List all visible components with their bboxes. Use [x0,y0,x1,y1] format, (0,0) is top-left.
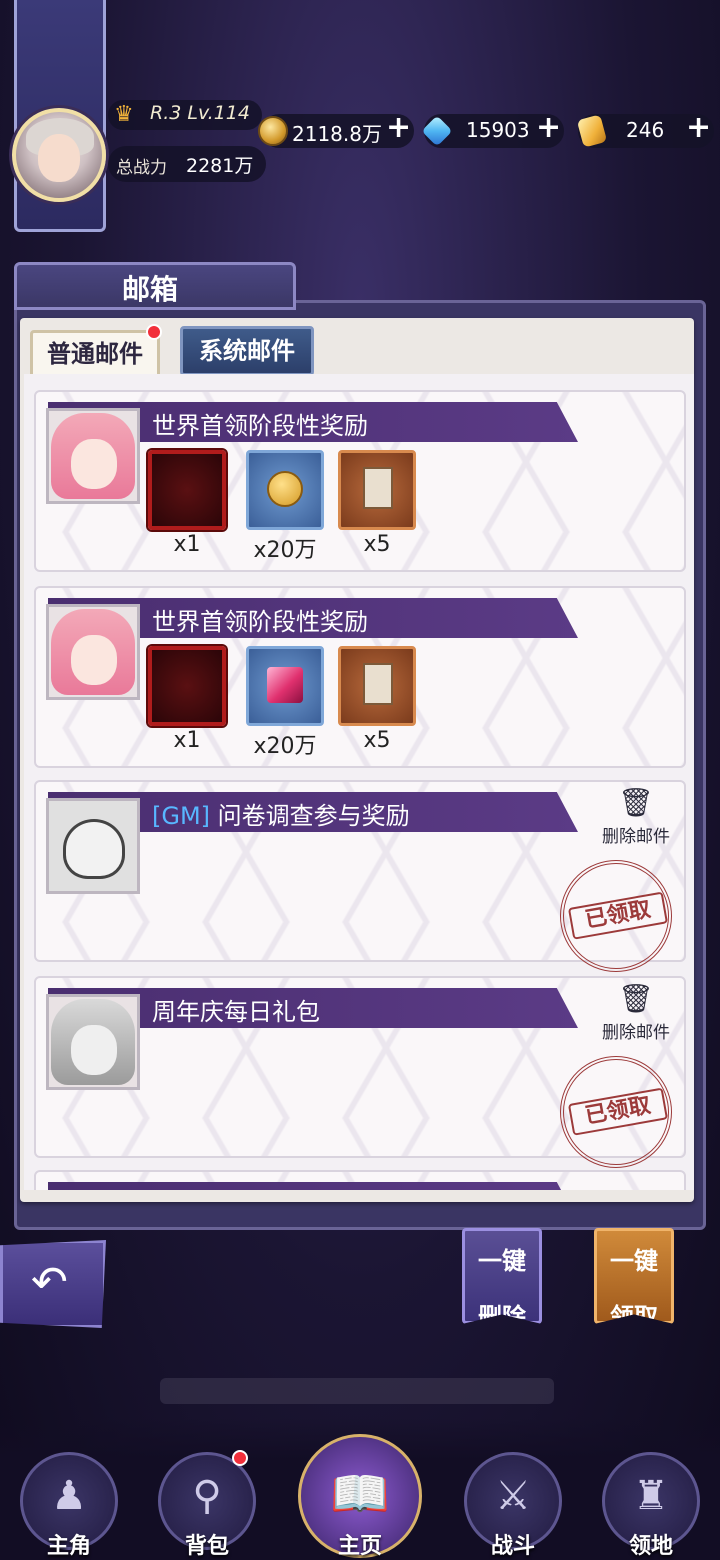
claim-all-label: 一键 [610,1246,658,1275]
mail-item[interactable] [34,1170,686,1190]
hero-icon: ♟ [51,1473,87,1519]
sender-avatar [46,604,140,700]
nav-label: 主角 [46,1533,91,1559]
delete-all-label: 一键 [478,1246,526,1275]
trash-icon[interactable]: 🗑 [618,984,654,1014]
mail-item[interactable]: [GM] 问卷调查参与奖励 🗑 删除邮件 已领取 [34,780,686,981]
power-value: 2281万 [186,155,254,177]
sender-avatar [46,798,140,894]
currency-value: 2118.8万 [292,122,382,146]
delete-all-label: 删除 [478,1302,526,1331]
mail-title: 世界首领阶段性奖励 [152,412,368,440]
add-coin-button[interactable]: + [386,113,411,143]
notification-dot [146,324,162,340]
reward-ruby-icon[interactable] [246,646,324,726]
claimed-stamp: 已领取 [551,851,681,981]
tab-normal-mail[interactable]: 普通邮件 [30,330,160,378]
currency-value: 15903 [466,118,530,142]
nav-label: 领地 [628,1533,673,1559]
player-avatar[interactable] [12,108,106,202]
reward-qty: x5 [363,532,391,557]
mail-item[interactable]: 世界首领阶段性奖励 x1 x20万 x5 [34,586,686,768]
stamp-text: 已领取 [567,891,669,940]
stamp-text: 已领取 [567,1087,669,1136]
mail-item[interactable]: 世界首领阶段性奖励 x1 x20万 x5 [34,390,686,572]
castle-icon: ♜ [633,1473,669,1519]
reward-frame-icon[interactable] [148,450,226,530]
notification-dot [232,1450,248,1466]
claimed-stamp: 已领取 [551,1047,681,1177]
mail-title: 周年庆每日礼包 [152,998,320,1026]
trash-icon[interactable]: 🗑 [618,788,654,818]
sender-avatar [46,408,140,504]
crown-icon: ♛ [114,102,134,127]
back-arrow-icon: ↶ [31,1257,68,1308]
reward-qty: x1 [173,532,201,557]
reward-frame-icon[interactable] [148,646,226,726]
level-text: R.3 Lv.114 [150,102,250,124]
tab-label: 系统邮件 [199,336,295,365]
blurred-notice [160,1378,554,1404]
delete-mail-button[interactable]: 删除邮件 [602,1018,670,1043]
nav-label: 战斗 [490,1533,535,1559]
currency-value: 246 [626,118,665,142]
power-label: 总战力 [116,158,167,178]
mail-item[interactable]: 周年庆每日礼包 🗑 删除邮件 已领取 [34,976,686,1177]
mail-title: 世界首领阶段性奖励 [152,608,368,636]
book-icon: 📖 [330,1466,390,1522]
back-button[interactable]: ↶ [0,1240,106,1328]
reward-qty: x5 [363,728,391,753]
delete-mail-button[interactable]: 删除邮件 [602,822,670,847]
tab-label: 普通邮件 [47,339,143,368]
sender-avatar [46,994,140,1090]
bag-icon: ⚲ [192,1473,222,1519]
claim-all-label: 领取 [610,1302,658,1331]
nav-label: 主页 [337,1533,382,1559]
mail-title: [GM] 问卷调查参与奖励 [152,796,410,831]
reward-qty: x1 [173,728,201,753]
nav-label: 背包 [184,1533,229,1559]
reward-card-icon[interactable] [338,646,416,726]
reward-card-icon[interactable] [338,450,416,530]
add-gold-button[interactable]: + [686,113,711,143]
reward-qty: x20万 [253,538,317,563]
reward-qty: x20万 [253,734,317,759]
claim-all-button[interactable]: 一键 领取 [594,1228,674,1324]
tab-system-mail[interactable]: 系统邮件 [180,326,314,376]
mail-title-ribbon [48,1182,578,1190]
delete-all-button[interactable]: 一键 删除 [462,1228,542,1324]
swords-icon: ⚔ [495,1473,531,1519]
mail-list[interactable]: 世界首领阶段性奖励 x1 x20万 x5 世界首领阶段性奖励 x1 x20万 x… [24,374,694,1190]
gm-tag: [GM] [152,802,211,830]
reward-medal-icon[interactable] [246,450,324,530]
mail-title-text: 问卷调查参与奖励 [217,802,410,830]
coin-icon [258,116,288,146]
add-diamond-button[interactable]: + [536,113,561,143]
mailbox-title: 邮箱 [121,273,178,306]
